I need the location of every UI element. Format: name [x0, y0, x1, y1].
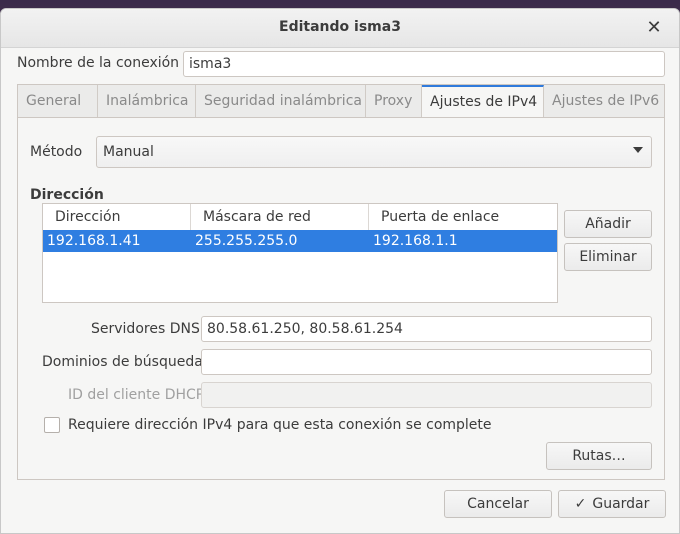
title-bar[interactable]: Editando isma3 ✕	[1, 9, 679, 48]
column-header-netmask[interactable]: Máscara de red	[191, 204, 369, 230]
routes-button[interactable]: Rutas…	[546, 442, 652, 470]
remove-address-button[interactable]: Eliminar	[564, 243, 652, 271]
require-ipv4-label[interactable]: Requiere dirección IPv4 para que esta co…	[68, 417, 492, 433]
connection-name-label: Nombre de la conexión	[17, 55, 180, 71]
row-netmask[interactable]: 255.255.255.0	[191, 230, 297, 252]
save-button-label: Guardar	[592, 496, 650, 512]
tab-general[interactable]: General	[18, 85, 98, 117]
tab-bar: General Inalámbrica Seguridad inalámbric…	[17, 84, 665, 117]
search-domains-field[interactable]	[201, 349, 652, 375]
tab-ipv4-settings[interactable]: Ajustes de IPv4	[422, 85, 544, 117]
dns-servers-label: Servidores DNS	[91, 321, 200, 337]
tab-proxy[interactable]: Proxy	[366, 85, 422, 117]
row-gateway[interactable]: 192.168.1.1	[369, 230, 458, 252]
chevron-down-icon	[633, 147, 643, 153]
connection-editor-window: Editando isma3 ✕ Nombre de la conexión i…	[0, 8, 680, 534]
row-address[interactable]: 192.168.1.41	[43, 230, 141, 252]
method-selected-value: Manual	[103, 144, 154, 160]
address-section-title: Dirección	[30, 187, 104, 203]
ipv4-settings-panel: Método Manual Dirección Dirección Máscar…	[17, 117, 665, 480]
save-button[interactable]: ✓ Guardar	[558, 490, 666, 518]
method-label: Método	[30, 144, 83, 160]
address-table-header: Dirección Máscara de red Puerta de enlac…	[43, 204, 557, 231]
checkmark-icon: ✓	[574, 496, 587, 512]
dns-servers-field[interactable]: 80.58.61.250, 80.58.61.254	[201, 316, 652, 342]
dhcp-client-id-field[interactable]	[201, 382, 652, 408]
address-table[interactable]: Dirección Máscara de red Puerta de enlac…	[42, 203, 558, 303]
column-header-address[interactable]: Dirección	[43, 204, 191, 230]
dhcp-client-id-label: ID del cliente DHCP	[68, 387, 205, 403]
tab-wireless[interactable]: Inalámbrica	[98, 85, 196, 117]
column-header-gateway[interactable]: Puerta de enlace	[369, 204, 557, 230]
connection-name-field[interactable]: isma3	[183, 51, 665, 77]
search-domains-label: Dominios de búsqueda	[42, 354, 203, 370]
close-icon[interactable]: ✕	[643, 17, 665, 39]
window-title: Editando isma3	[279, 19, 401, 35]
tab-ipv6-settings[interactable]: Ajustes de IPv6	[544, 85, 664, 117]
cancel-button[interactable]: Cancelar	[444, 490, 552, 518]
table-row[interactable]: 192.168.1.41 255.255.255.0 192.168.1.1	[43, 230, 557, 252]
add-address-button[interactable]: Añadir	[564, 210, 652, 238]
method-select[interactable]: Manual	[96, 136, 652, 168]
tab-wireless-security[interactable]: Seguridad inalámbrica	[196, 85, 366, 117]
require-ipv4-checkbox[interactable]	[44, 417, 60, 433]
